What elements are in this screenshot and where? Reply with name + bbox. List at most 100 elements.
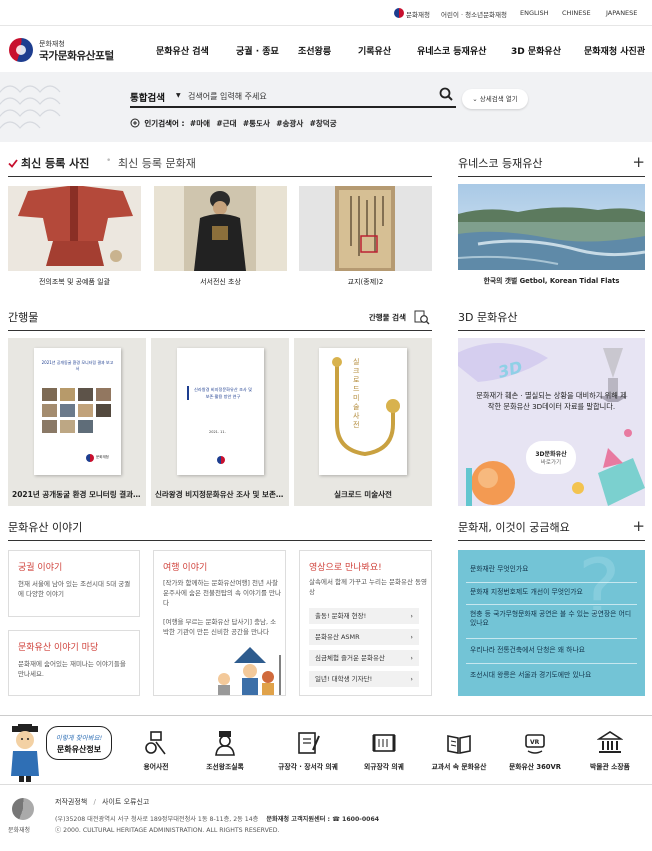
search-input[interactable] <box>188 88 428 104</box>
pub-cover-sub: 2021. 11. <box>209 430 226 434</box>
faq-more-plus-icon[interactable]: + <box>632 517 645 535</box>
pubs-search-link[interactable]: 간행물 검색 <box>369 312 406 323</box>
copyright-policy-link[interactable]: 저작권정책 <box>55 798 87 806</box>
gnb-palaces[interactable]: 궁궐 · 종묘 <box>236 44 279 57</box>
recent-card-caption: 서서전신 초상 <box>154 271 287 293</box>
recent-card[interactable]: 서서전신 초상 <box>154 186 287 293</box>
unesco-title[interactable]: 유네스코 등재유산 <box>458 155 542 171</box>
pubs-section-head: 간행물 간행물 검색 <box>8 307 432 331</box>
popular-keyword[interactable]: #통도사 <box>243 119 270 128</box>
caret-down-icon[interactable]: ▼ <box>176 92 181 99</box>
popular-keyword[interactable]: #마애 <box>190 119 210 128</box>
story-travel-title: 여행 이야기 <box>163 563 208 573</box>
story-travel-text1: [작가와 함께하는 문화유산여행] 천년 사찰 운주사에 숨은 천불천탑의 속 … <box>163 579 281 607</box>
tab-separator-dot: • <box>106 156 112 166</box>
pub-card[interactable]: 실크로드 미술사전 실크로드 미술사전 <box>294 338 432 506</box>
tab-recent-photos[interactable]: 최신 등록 사진 <box>21 155 89 171</box>
gnb-heritage-search[interactable]: 문화유산 검색 <box>156 44 209 57</box>
story-video[interactable]: 영상으로 만나봐요! 살속에서 함께 가꾸고 누리는 문화유산 동영상 출동! … <box>299 550 432 696</box>
story-video-text: 살속에서 함께 가꾸고 누리는 문화유산 동영상 <box>309 578 427 596</box>
footer-links: 저작권정책 / 사이트 오류신고 <box>55 797 149 807</box>
pub-cover: 신라왕경 비지정문화유산 조사 및 보존·활용 방안 연구 2021. 11. <box>177 348 264 475</box>
pub-caption: 2021년 공개동굴 환경 모니터링 결과 보고서 <box>12 490 142 499</box>
search-button[interactable] <box>438 87 454 103</box>
unesco-section-head: 유네스코 등재유산 + <box>458 153 645 177</box>
story-video-title: 영상으로 만나봐요! <box>309 563 382 573</box>
gnb-photo[interactable]: 문화재청 사진관 <box>584 44 645 57</box>
unesco-more-plus-icon[interactable]: + <box>632 153 645 171</box>
three-d-banner[interactable]: 3D 문화재가 훼손 · 멸실되는 상황을 대비하기 위해 제작한 문화유산 3… <box>458 338 645 506</box>
kids-link[interactable]: 어린이 · 청소년문화재청 <box>441 9 507 19</box>
quick-360vr[interactable]: VR 문화유산 360VR <box>502 730 568 771</box>
recent-card[interactable]: 교지(종제)2 <box>299 186 432 293</box>
agency-link[interactable]: 문화재청 <box>406 9 430 19</box>
quick-textbook[interactable]: 교과서 속 문화유산 <box>426 730 492 771</box>
pubs-title[interactable]: 간행물 <box>8 309 38 325</box>
brand-logo-icon[interactable] <box>9 38 33 62</box>
lang-chinese[interactable]: CHINESE <box>562 9 591 17</box>
gnb-royal-tombs[interactable]: 조선왕릉 <box>298 44 331 57</box>
faq-item[interactable]: 현충 등 국가무형문화재 공연은 볼 수 있는 공연장은 어디있나요 <box>470 610 636 628</box>
recent-card[interactable]: 전의조복 및 공예품 일괄 <box>8 186 141 293</box>
quick-annals[interactable]: 조선왕조실록 <box>192 730 258 771</box>
pub-card[interactable]: 신라왕경 비지정문화유산 조사 및 보존·활용 방안 연구 2021. 11. … <box>151 338 289 506</box>
footer-copyright: ⓒ 2000. CULTURAL HERITAGE ADMINISTRATION… <box>55 827 280 834</box>
video-item[interactable]: 일년! 대학생 기자단! › <box>309 671 419 687</box>
popular-keyword[interactable]: #근대 <box>216 119 236 128</box>
faq-item[interactable]: 문화재 지정번호제도 개선이 무엇인가요 <box>470 588 636 597</box>
faq-item[interactable]: 문화재란 무엇인가요 <box>470 565 636 574</box>
search-scope-select[interactable]: 통합검색 <box>130 90 165 104</box>
search-box: 통합검색 ▼ <box>130 84 456 108</box>
quick-kyujanggak[interactable]: 규장각 · 장서각 의궤 <box>275 730 341 771</box>
faq-divider <box>466 663 637 664</box>
recent-card-image <box>154 186 287 271</box>
faq-title[interactable]: 문화재, 이것이 궁금해요 <box>458 519 570 535</box>
lang-english[interactable]: ENGLISH <box>520 9 549 17</box>
quick-dictionary[interactable]: 용어사전 <box>123 730 189 771</box>
utility-bar: 문화재청 어린이 · 청소년문화재청 ENGLISH CHINESE JAPAN… <box>0 0 652 26</box>
book-search-icon[interactable] <box>414 309 430 325</box>
quick-links-bar: 이렇게 찾아봐요! 문화유산정보 용어사전 조선왕조실록 규장각 · 장서각 의… <box>0 715 652 785</box>
popular-keyword[interactable]: #창덕궁 <box>310 119 337 128</box>
gnb-unesco[interactable]: 유네스코 등재유산 <box>417 44 486 57</box>
pub-cover-logo-icon <box>217 456 225 464</box>
story-palace[interactable]: 궁궐 이야기 현재 서울에 남아 있는 조선시대 5대 궁궐에 다양한 이야기 <box>8 550 140 617</box>
recent-card-caption: 전의조복 및 공예품 일괄 <box>8 271 141 293</box>
popular-keyword[interactable]: #송광사 <box>276 119 303 128</box>
story-madang[interactable]: 문화유산 이야기 마당 문화재에 숨어있는 재미나는 이야기들을 만나세요. <box>8 630 140 696</box>
video-item[interactable]: 출동! 문화재 현장! › <box>309 608 419 624</box>
story-travel-text2: [여행을 부르는 문화유산 답사기] 충남, 소박한 기관이 만든 신비한 공간… <box>163 618 277 636</box>
faq-item[interactable]: 조선시대 왕릉은 서울과 경기도에만 있나요 <box>470 671 636 680</box>
footer-logo-text: 문화재청 <box>8 827 31 834</box>
gnb-records[interactable]: 기록유산 <box>358 44 391 57</box>
three-d-title[interactable]: 3D 문화유산 <box>458 309 517 325</box>
popular-search-icon <box>130 118 140 128</box>
quick-oegyujanggak[interactable]: 외규장각 의궤 <box>351 730 417 771</box>
pub-cover: 2021년 공개동굴 환경 모니터링 결과 보고서 문화재청 <box>34 348 121 475</box>
brand-title[interactable]: 국가문화유산포털 <box>39 48 114 63</box>
chevron-right-icon: › <box>410 654 413 662</box>
scroll-icon <box>372 734 396 752</box>
unesco-caption: 한국의 갯벌 Getbol, Korean Tidal Flats <box>458 270 645 293</box>
gold-ring-icon <box>332 357 400 457</box>
museum-icon <box>597 731 623 753</box>
detail-search-button[interactable]: ⌄ 상세검색 열기 <box>462 89 528 109</box>
unesco-card[interactable]: 한국의 갯벌 Getbol, Korean Tidal Flats <box>458 184 645 293</box>
pub-caption: 실크로드 미술사전 <box>334 490 392 499</box>
tab-recent-heritage[interactable]: 최신 등록 문화재 <box>118 155 196 171</box>
story-palace-text: 현재 서울에 남아 있는 조선시대 5대 궁궐에 다양한 이야기 <box>18 580 131 598</box>
story-travel[interactable]: 여행 이야기 [작가와 함께하는 문화유산여행] 천년 사찰 운주사에 숨은 천… <box>153 550 286 696</box>
video-item[interactable]: 문화유산 ASMR › <box>309 629 419 645</box>
gnb-3d[interactable]: 3D 문화유산 <box>511 44 561 57</box>
footer-address: (우)35208 대전광역시 서구 청사로 189정부대전청사 1동 8-11층… <box>55 816 259 823</box>
error-report-link[interactable]: 사이트 오류신고 <box>102 798 149 806</box>
stories-title[interactable]: 문화유산 이야기 <box>8 519 82 535</box>
three-d-badge[interactable]: 3D문화유산 바로가기 <box>526 441 576 474</box>
faq-divider <box>466 582 637 583</box>
video-item[interactable]: 심금체험 즐거운 문화유산 › <box>309 650 419 666</box>
pub-card[interactable]: 2021년 공개동굴 환경 모니터링 결과 보고서 문화재청 2021년 공개동… <box>8 338 146 506</box>
faq-divider <box>466 604 637 605</box>
lang-japanese[interactable]: JAPANESE <box>606 9 637 17</box>
faq-item[interactable]: 우리나라 전통건축에서 단청은 왜 하나요 <box>470 646 636 655</box>
quick-museum[interactable]: 박물관 소장품 <box>577 730 643 771</box>
